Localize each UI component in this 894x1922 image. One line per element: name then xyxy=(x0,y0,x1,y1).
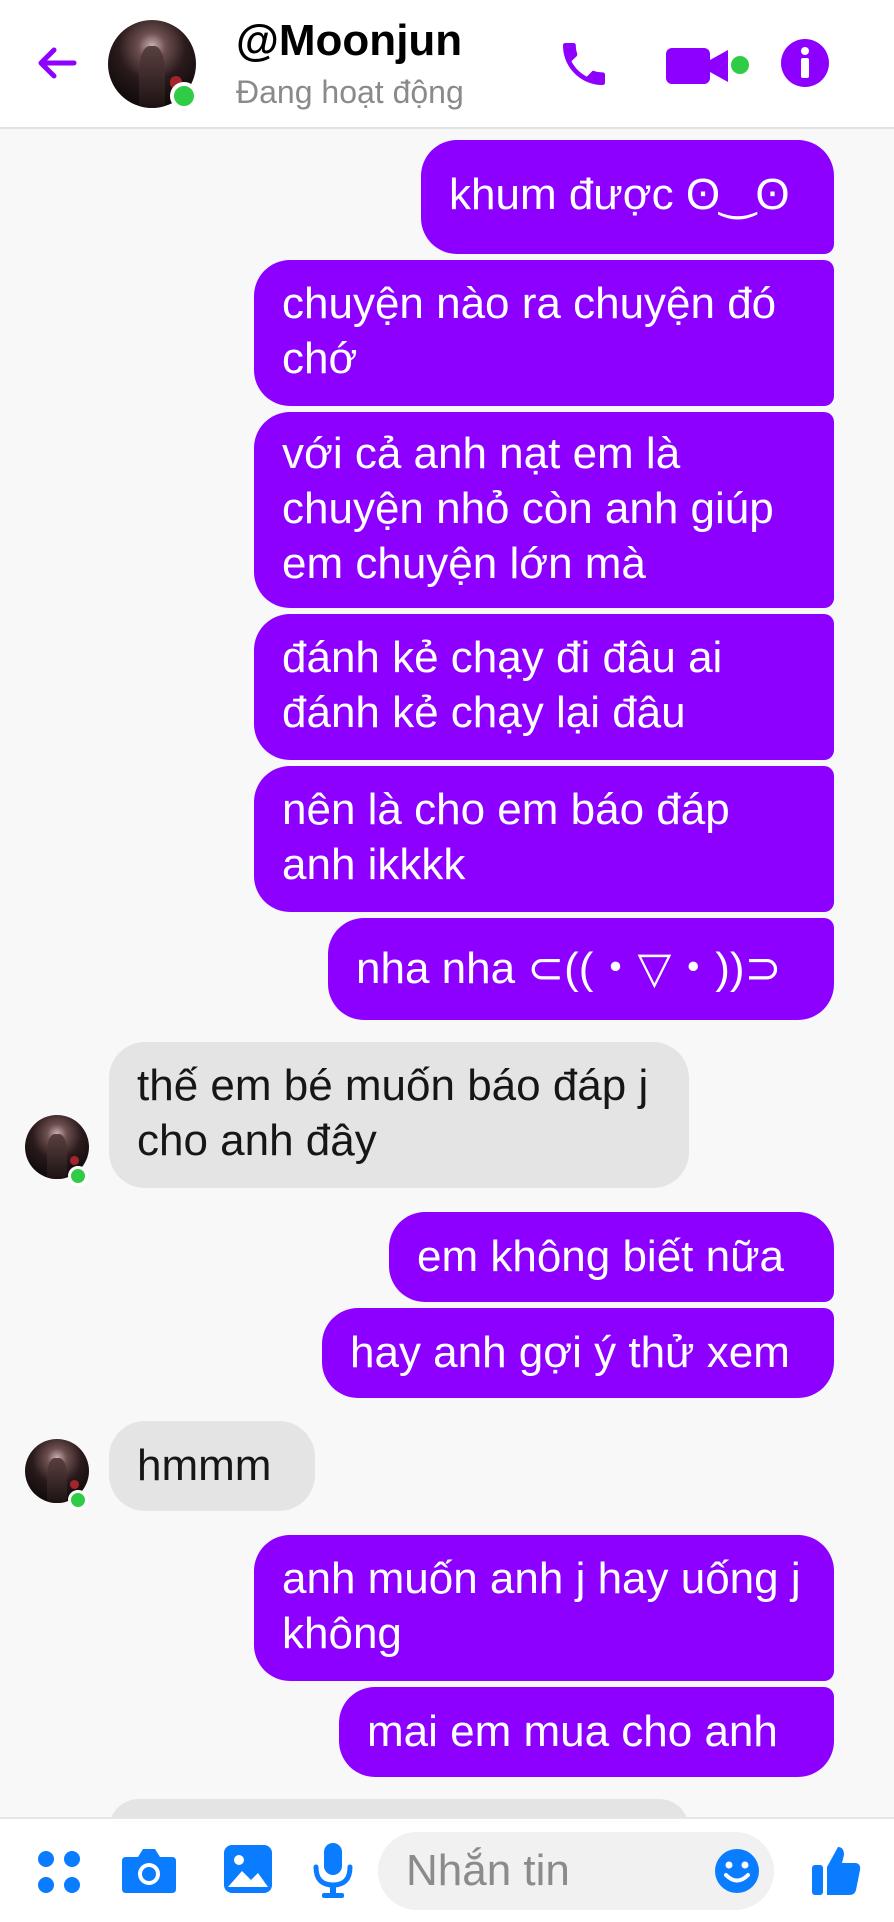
contact-name[interactable]: @Moonjun xyxy=(236,16,462,66)
message-bubble-sent[interactable]: khum được ʘ‿ʘ xyxy=(421,140,834,254)
message-input-placeholder: Nhắn tin xyxy=(406,1846,570,1895)
chat-header: @Moonjun Đang hoạt động xyxy=(0,0,894,129)
message-list[interactable]: khum được ʘ‿ʘ chuyện nào ra chuyện đó ch… xyxy=(0,129,894,1817)
online-indicator xyxy=(68,1166,88,1186)
phone-icon[interactable] xyxy=(556,36,612,92)
message-bubble-sent[interactable]: chuyện nào ra chuyện đó chớ xyxy=(254,260,834,406)
message-bubble-sent[interactable]: em không biết nữa xyxy=(389,1212,834,1302)
smiley-icon[interactable] xyxy=(714,1848,760,1894)
message-composer: Nhắn tin xyxy=(0,1817,894,1922)
video-online-dot xyxy=(731,56,749,74)
thumbs-up-icon[interactable] xyxy=(810,1843,862,1897)
message-bubble-sent[interactable]: nên là cho em báo đáp anh ikkkk xyxy=(254,766,834,912)
message-bubble-received[interactable]: hmmm xyxy=(109,1421,315,1511)
message-bubble-sent[interactable]: mai em mua cho anh xyxy=(339,1687,834,1777)
message-bubble-received-partial[interactable] xyxy=(109,1799,689,1817)
message-bubble-sent[interactable]: nha nha ⊂((・▽・))⊃ xyxy=(328,918,834,1020)
message-bubble-sent[interactable]: với cả anh nạt em là chuyện nhỏ còn anh … xyxy=(254,412,834,608)
message-bubble-sent[interactable]: đánh kẻ chạy đi đâu ai đánh kẻ chạy lại … xyxy=(254,614,834,760)
online-indicator xyxy=(170,82,198,110)
message-bubble-sent[interactable]: hay anh gợi ý thử xem xyxy=(322,1308,834,1398)
message-bubble-received[interactable]: thế em bé muốn báo đáp j cho anh đây xyxy=(109,1042,689,1188)
video-camera-icon[interactable] xyxy=(664,44,734,88)
image-icon[interactable] xyxy=(222,1843,274,1895)
microphone-icon[interactable] xyxy=(310,1841,356,1899)
online-indicator xyxy=(68,1490,88,1510)
message-bubble-sent[interactable]: anh muốn anh j hay uống j không xyxy=(254,1535,834,1681)
message-input[interactable]: Nhắn tin xyxy=(378,1832,774,1910)
active-status: Đang hoạt động xyxy=(236,74,464,110)
camera-icon[interactable] xyxy=(120,1845,178,1897)
arrow-left-icon[interactable] xyxy=(34,40,80,86)
apps-icon[interactable] xyxy=(36,1849,82,1895)
info-icon[interactable] xyxy=(780,38,830,88)
